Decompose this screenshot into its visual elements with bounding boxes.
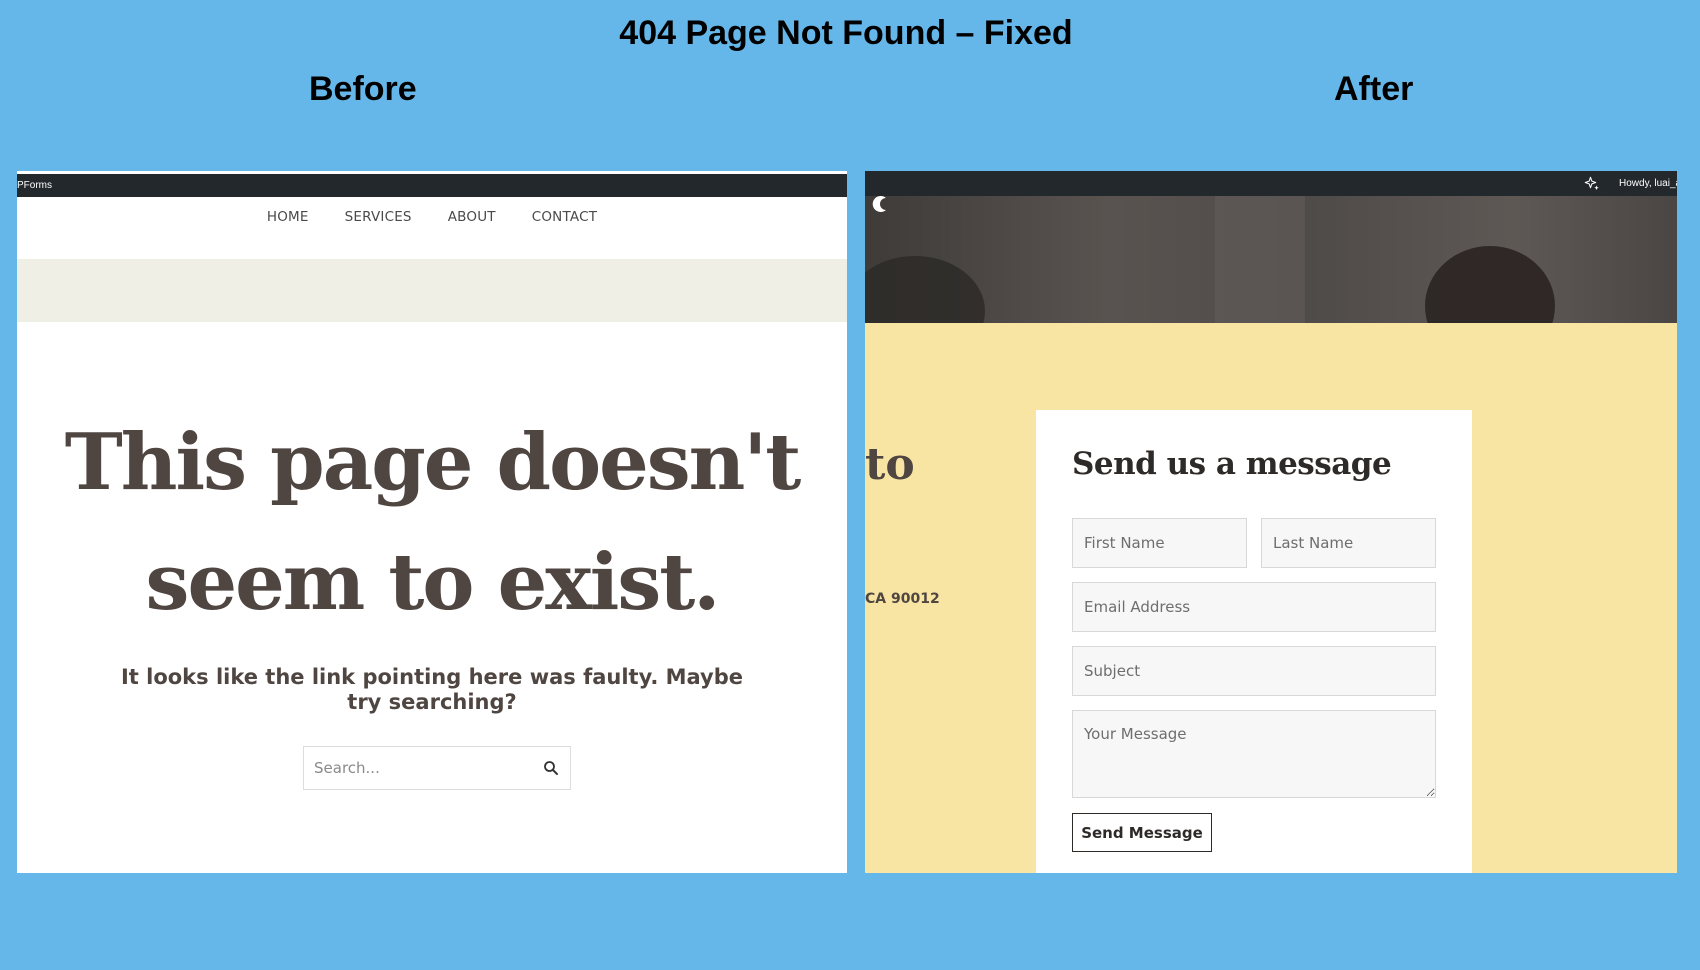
contact-heading-fragment: to — [865, 439, 915, 490]
email-field[interactable] — [1072, 582, 1436, 632]
nav-item-home[interactable]: HOME — [267, 209, 309, 225]
admin-bar: Howdy, luai_a — [865, 171, 1677, 196]
sparkle-icon[interactable] — [1583, 175, 1601, 193]
main-nav: HOME SERVICES ABOUT CONTACT — [17, 197, 847, 253]
after-screenshot: Howdy, luai_a to CA 90012 Send us a mess… — [865, 171, 1677, 873]
contact-form-card: Send us a message Send Message — [1036, 410, 1472, 873]
error-subtext: It looks like the link pointing here was… — [120, 665, 744, 714]
address-fragment: CA 90012 — [865, 591, 940, 607]
form-title: Send us a message — [1072, 446, 1392, 482]
slide-title: 404 Page Not Found – Fixed — [619, 14, 1073, 52]
header-photo — [865, 196, 1677, 323]
headline-line-2: seem to exist. — [145, 537, 721, 628]
after-label: After — [1334, 70, 1414, 108]
hero-strip — [17, 259, 847, 322]
nav-item-contact[interactable]: CONTACT — [532, 209, 597, 225]
subject-field[interactable] — [1072, 646, 1436, 696]
nav-item-services[interactable]: SERVICES — [345, 209, 412, 225]
last-name-field[interactable] — [1261, 518, 1436, 568]
send-message-button[interactable]: Send Message — [1072, 813, 1212, 852]
account-greeting[interactable]: Howdy, luai_a — [1619, 178, 1677, 189]
search-form — [303, 746, 571, 790]
first-name-field[interactable] — [1072, 518, 1247, 568]
before-screenshot: PForms HOME SERVICES ABOUT CONTACT This … — [17, 171, 847, 873]
before-label: Before — [309, 70, 417, 108]
nav-item-about[interactable]: ABOUT — [448, 209, 496, 225]
logo-icon[interactable] — [870, 196, 894, 216]
error-headline: This page doesn't seem to exist. — [17, 403, 847, 643]
photo-window — [1215, 196, 1305, 323]
admin-bar: PForms — [17, 171, 847, 197]
message-field[interactable] — [1072, 710, 1436, 798]
search-input[interactable] — [304, 747, 534, 789]
admin-bar-item[interactable]: PForms — [17, 180, 52, 191]
photo-person-left — [865, 256, 985, 323]
search-icon[interactable] — [542, 759, 560, 777]
photo-person-right — [1425, 246, 1555, 323]
headline-line-1: This page doesn't — [64, 417, 802, 508]
